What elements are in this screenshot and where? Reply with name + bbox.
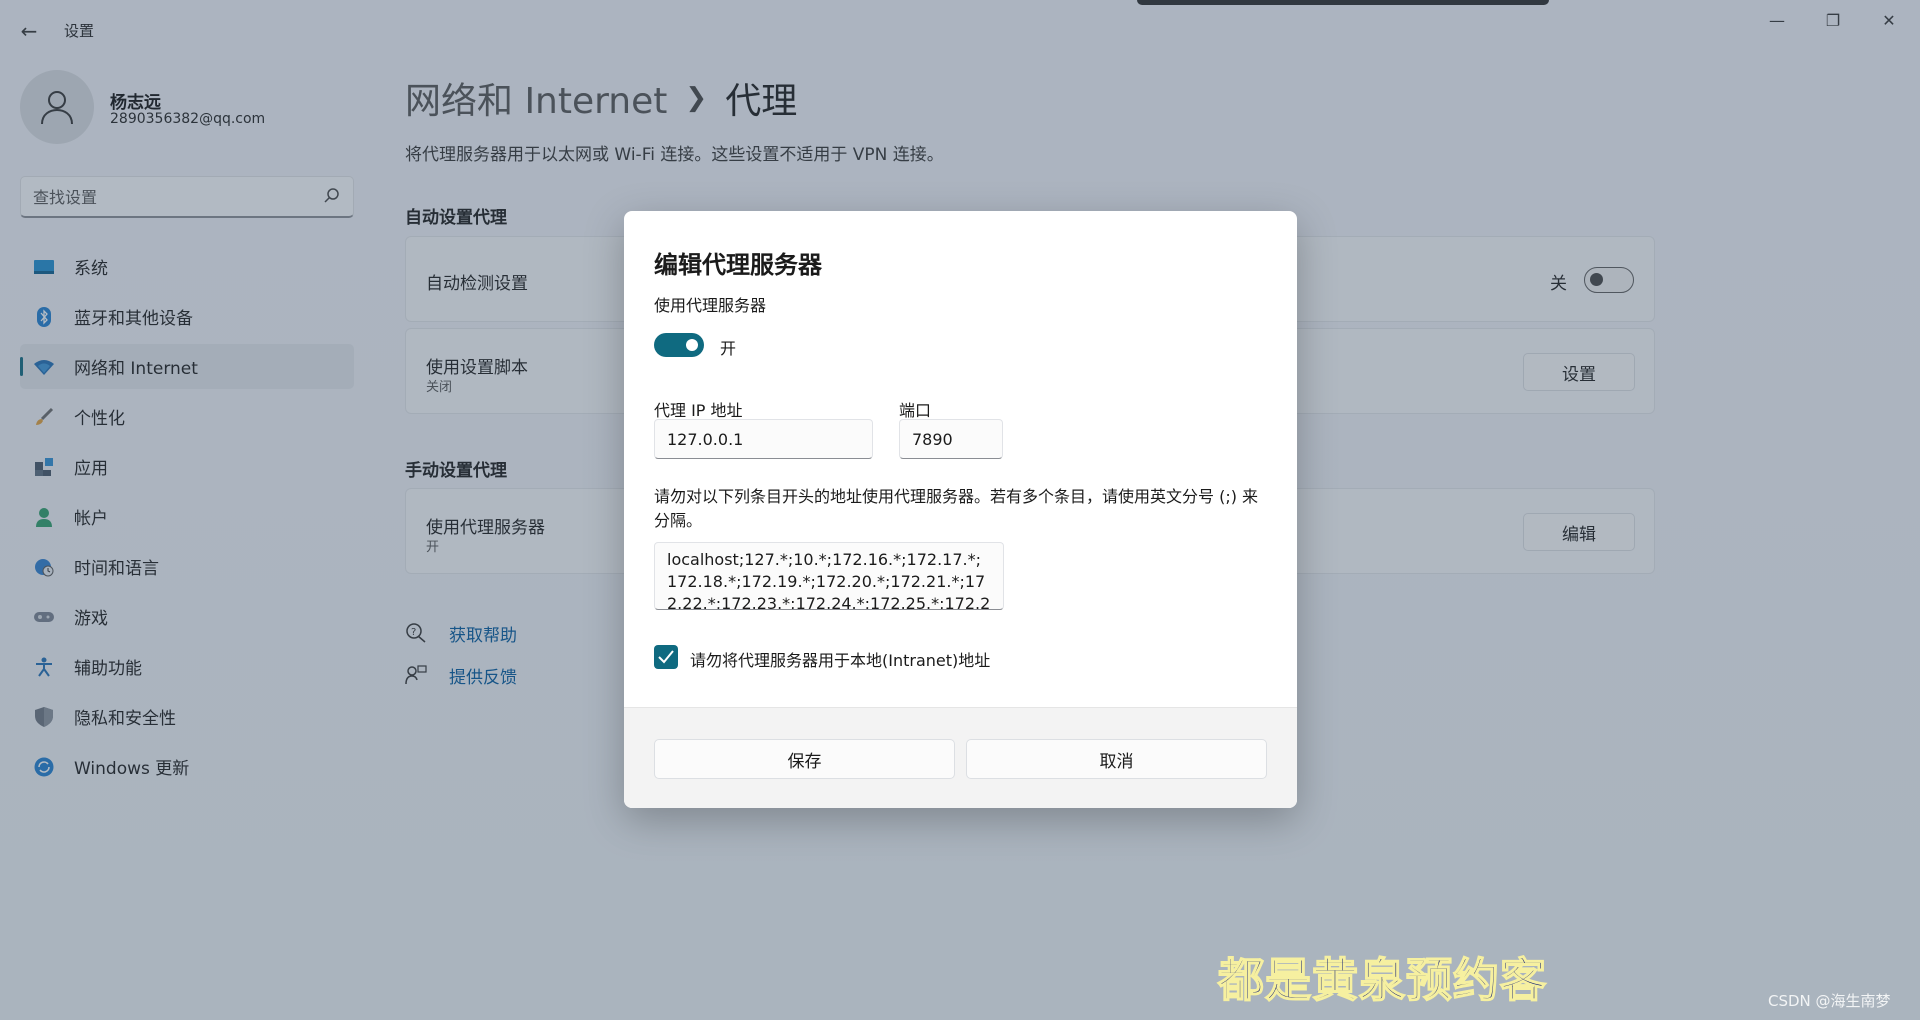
dialog-footer: 保存 取消: [624, 707, 1297, 808]
use-proxy-state: 开: [720, 339, 737, 358]
edit-proxy-dialog: 编辑代理服务器 使用代理服务器 开 代理 IP 地址 端口 请勿对以下列条目开头…: [624, 211, 1297, 808]
ip-address-field[interactable]: [654, 419, 873, 459]
cancel-button[interactable]: 取消: [966, 739, 1267, 779]
caption-watermark: 都是黄泉预约客: [1217, 952, 1547, 1008]
ip-address-input[interactable]: [655, 420, 872, 458]
settings-window: ← 设置 — ❐ ✕ 杨志远 2890356382@qq.com 系统: [0, 0, 1920, 1020]
source-watermark: CSDN @海生南梦: [1768, 992, 1891, 1010]
checkmark-icon: [658, 650, 674, 664]
save-button[interactable]: 保存: [654, 739, 955, 779]
bypass-local-checkbox[interactable]: [654, 645, 678, 669]
bypass-local-label: 请勿将代理服务器用于本地(Intranet)地址: [690, 651, 991, 670]
exceptions-field[interactable]: localhost;127.*;10.*;172.16.*;172.17.*;1…: [654, 542, 1004, 610]
use-proxy-toggle[interactable]: [654, 333, 704, 357]
exceptions-description: 请勿对以下列条目开头的地址使用代理服务器。若有多个条目，请使用英文分号 (;) …: [654, 487, 1259, 530]
dialog-title: 编辑代理服务器: [654, 251, 822, 279]
ip-address-label: 代理 IP 地址: [654, 401, 743, 420]
port-label: 端口: [899, 401, 932, 420]
use-proxy-label: 使用代理服务器: [654, 296, 767, 315]
port-input[interactable]: [900, 420, 1002, 458]
toggle-knob: [686, 339, 698, 351]
port-field[interactable]: [899, 419, 1003, 459]
exceptions-input[interactable]: localhost;127.*;10.*;172.16.*;172.17.*;1…: [667, 549, 991, 609]
